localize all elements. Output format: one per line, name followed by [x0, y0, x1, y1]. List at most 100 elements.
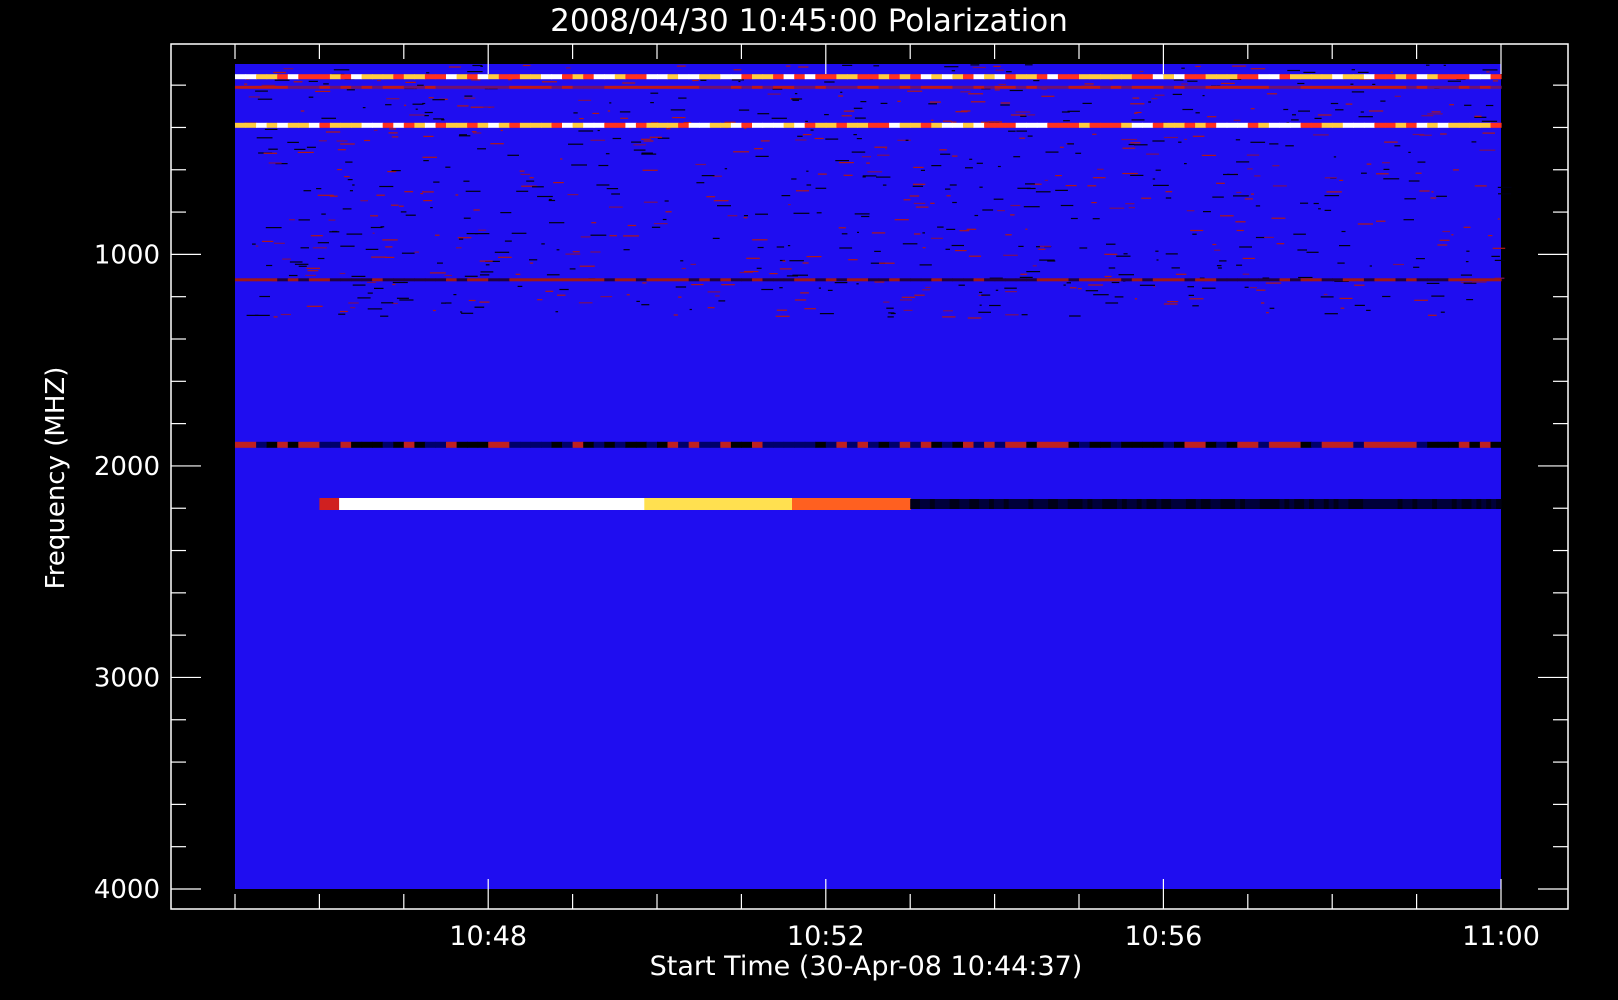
noise-cell	[298, 219, 310, 221]
noise-cell	[789, 260, 804, 262]
noise-cell	[814, 137, 824, 140]
feature-band	[1195, 85, 1207, 89]
feature-band	[1279, 278, 1291, 282]
feature-band	[1089, 122, 1101, 128]
feature-band	[920, 441, 932, 448]
noise-cell	[1163, 136, 1178, 139]
feature-band	[889, 122, 901, 128]
noise-cell	[643, 140, 654, 142]
feature-band	[831, 498, 842, 510]
feature-band	[1469, 122, 1481, 128]
noise-cell	[441, 119, 445, 121]
feature-band	[1220, 499, 1226, 509]
feature-band	[1448, 278, 1460, 282]
feature-band	[1458, 122, 1470, 128]
noise-cell	[1340, 307, 1345, 309]
noise-cell	[1390, 71, 1393, 73]
noise-cell	[945, 188, 951, 190]
noise-cell	[529, 177, 534, 179]
feature-band	[477, 85, 489, 89]
feature-band	[235, 74, 247, 80]
feature-band	[256, 441, 268, 448]
noise-cell	[915, 206, 929, 208]
noise-cell	[1235, 221, 1246, 223]
feature-band	[857, 74, 869, 80]
feature-band	[783, 441, 795, 448]
noise-cell	[1439, 239, 1450, 241]
feature-band	[699, 441, 711, 448]
feature-band	[1245, 499, 1251, 509]
noise-cell	[1239, 246, 1252, 248]
feature-band	[351, 122, 363, 128]
noise-cell	[1297, 249, 1307, 251]
feature-band	[1163, 85, 1175, 89]
feature-band	[783, 278, 795, 282]
feature-band	[910, 74, 922, 80]
feature-band	[1237, 278, 1249, 282]
feature-band	[994, 441, 1006, 448]
feature-band	[368, 498, 379, 510]
noise-cell	[636, 300, 640, 302]
noise-cell	[1219, 260, 1227, 262]
feature-band	[287, 74, 299, 80]
feature-band	[1300, 278, 1312, 282]
feature-band	[1416, 441, 1428, 448]
noise-cell	[856, 283, 859, 285]
noise-cell	[1447, 80, 1461, 82]
noise-cell	[1254, 175, 1261, 177]
feature-band	[815, 278, 827, 282]
noise-cell	[1366, 163, 1372, 165]
noise-cell	[1449, 104, 1454, 106]
feature-band	[488, 278, 500, 282]
noise-cell	[827, 289, 833, 291]
feature-band	[1216, 122, 1228, 128]
feature-band	[1363, 85, 1375, 89]
feature-band	[519, 85, 531, 89]
noise-cell	[1216, 182, 1225, 184]
noise-cell	[968, 255, 982, 257]
feature-band	[657, 122, 669, 128]
feature-band	[741, 441, 753, 448]
noise-cell	[1105, 302, 1119, 304]
feature-band	[1047, 278, 1059, 282]
feature-band	[308, 278, 320, 282]
noise-cell	[532, 186, 544, 188]
noise-cell	[666, 128, 671, 130]
noise-cell	[1428, 314, 1437, 316]
noise-cell	[1069, 315, 1081, 317]
feature-band	[1216, 85, 1228, 89]
feature-band	[351, 85, 363, 89]
noise-cell	[824, 114, 829, 116]
noise-cell	[1283, 108, 1289, 111]
noise-cell	[871, 232, 886, 234]
noise-cell	[757, 113, 770, 115]
feature-band	[1089, 85, 1101, 89]
noise-cell	[1291, 119, 1299, 121]
noise-cell	[1021, 314, 1028, 316]
feature-band	[688, 74, 700, 80]
feature-band	[266, 85, 278, 89]
feature-band	[1077, 499, 1083, 509]
feature-band	[329, 498, 340, 510]
noise-cell	[883, 301, 890, 303]
feature-band	[378, 498, 389, 510]
noise-cell	[1104, 253, 1118, 255]
noise-cell	[612, 137, 622, 140]
feature-band	[678, 85, 690, 89]
feature-band	[773, 278, 785, 282]
noise-cell	[622, 82, 636, 84]
feature-band	[1079, 85, 1091, 89]
feature-band	[1427, 74, 1439, 80]
feature-band	[1038, 499, 1044, 509]
noise-cell	[379, 185, 394, 188]
feature-band	[1028, 499, 1034, 509]
noise-cell	[1108, 267, 1116, 269]
noise-cell	[255, 245, 259, 247]
feature-band	[1092, 499, 1098, 509]
feature-band	[934, 499, 941, 509]
feature-band	[1163, 278, 1175, 282]
noise-cell	[1345, 103, 1353, 105]
feature-band	[562, 85, 574, 89]
noise-cell	[805, 120, 808, 122]
feature-band	[1299, 499, 1305, 509]
